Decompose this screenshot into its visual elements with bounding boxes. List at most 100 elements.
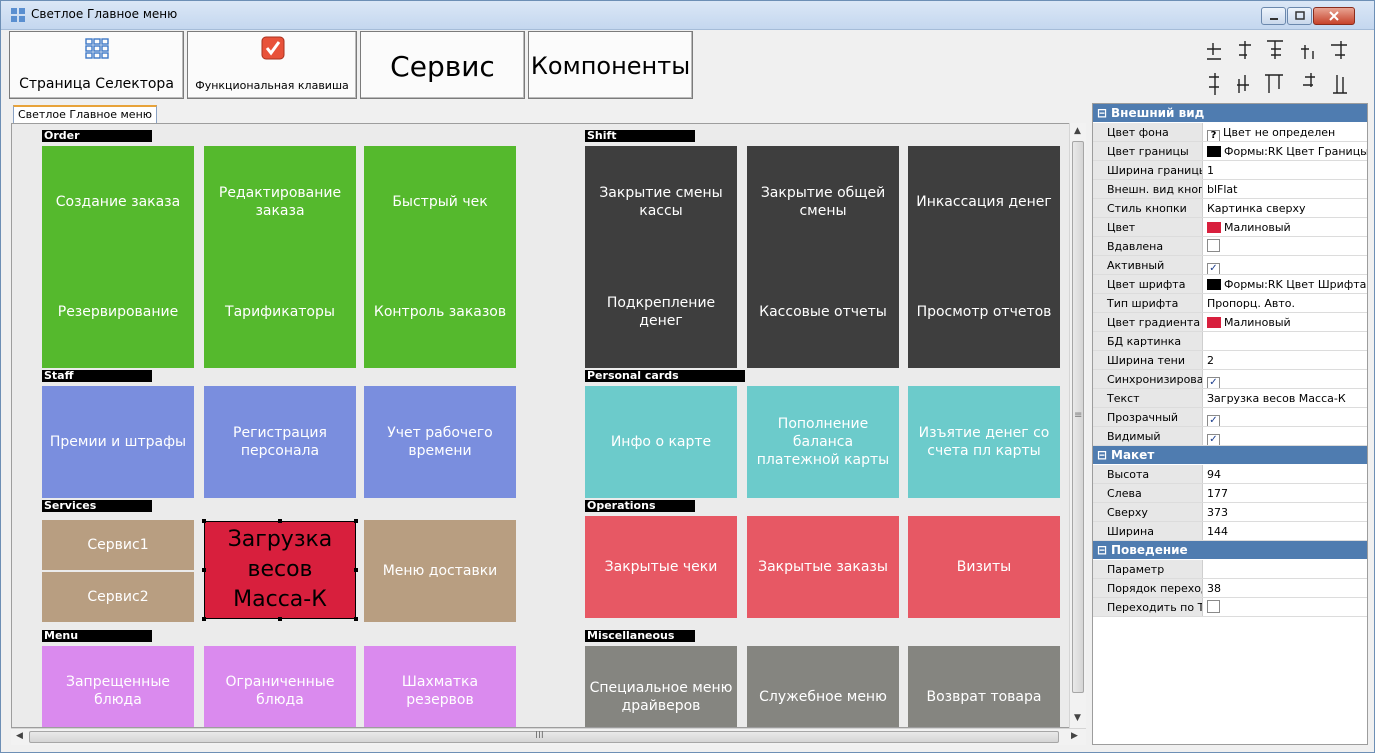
tile-scales-selected[interactable]: Загрузка весов Масса-К <box>204 521 356 619</box>
tile-service2[interactable]: Сервис2 <box>42 572 194 622</box>
prop-row[interactable]: Порядок перехода38 <box>1093 579 1367 598</box>
prop-value[interactable]: ? Цвет не определен <box>1205 123 1367 141</box>
horizontal-scroll-thumb[interactable]: III <box>29 730 1059 743</box>
prop-value[interactable]: 177 <box>1205 484 1367 502</box>
prop-value[interactable]: 94 <box>1205 465 1367 483</box>
selection-handle[interactable] <box>202 519 206 523</box>
checkbox-tabstop[interactable] <box>1207 600 1220 613</box>
prop-row[interactable]: Ширина границы 1 <box>1093 161 1367 180</box>
checkbox-pressed[interactable] <box>1207 239 1220 252</box>
category-appearance[interactable]: ⊟ Внешний вид <box>1093 104 1367 122</box>
tile-service1[interactable]: Сервис1 <box>42 520 194 570</box>
minimize-button[interactable] <box>1261 7 1286 25</box>
prop-row[interactable]: Высота 94 <box>1093 465 1367 484</box>
prop-row[interactable]: Прозрачный ✓ <box>1093 408 1367 427</box>
align-icons[interactable] <box>1201 31 1371 101</box>
prop-row[interactable]: Слева 177 <box>1093 484 1367 503</box>
prop-row[interactable]: Ширина тени 2 <box>1093 351 1367 370</box>
prop-row[interactable]: Цвет шрифта Формы:RK Цвет Шрифта <box>1093 275 1367 294</box>
prop-value[interactable] <box>1205 560 1367 578</box>
tile-close-cash-shift[interactable]: Закрытие смены кассы <box>585 146 737 258</box>
category-behavior[interactable]: ⊟ Поведение <box>1093 541 1367 559</box>
prop-row[interactable]: Ширина 144 <box>1093 522 1367 541</box>
prop-value[interactable] <box>1205 332 1367 350</box>
tile-visits[interactable]: Визиты <box>908 516 1060 618</box>
tile-card-info[interactable]: Инфо о карте <box>585 386 737 498</box>
tile-delivery-menu[interactable]: Меню доставки <box>364 520 516 622</box>
components-button[interactable]: Компоненты <box>528 31 693 99</box>
category-layout[interactable]: ⊟ Макет <box>1093 446 1367 464</box>
prop-row[interactable]: Цвет градиента Малиновый <box>1093 313 1367 332</box>
maximize-button[interactable] <box>1287 7 1312 25</box>
tile-fast-check[interactable]: Быстрый чек <box>364 146 516 258</box>
service-button[interactable]: Сервис <box>360 31 525 99</box>
selection-handle[interactable] <box>354 568 358 572</box>
collapse-icon[interactable]: ⊟ <box>1097 446 1107 464</box>
tile-close-common-shift[interactable]: Закрытие общей смены <box>747 146 899 258</box>
tile-order-control[interactable]: Контроль заказов <box>364 256 516 368</box>
prop-row[interactable]: Переходить по Tab <box>1093 598 1367 617</box>
tile-view-reports[interactable]: Просмотр отчетов <box>908 256 1060 368</box>
prop-row[interactable]: Текст Загрузка весов Масса-К <box>1093 389 1367 408</box>
prop-row[interactable]: Видимый ✓ <box>1093 427 1367 446</box>
prop-value[interactable] <box>1205 237 1367 255</box>
prop-row[interactable]: Стиль кнопки Картинка сверху <box>1093 199 1367 218</box>
tab-main-menu[interactable]: Светлое Главное меню <box>13 105 158 125</box>
prop-value[interactable]: ✓ <box>1205 256 1367 274</box>
prop-row[interactable]: Вдавлена <box>1093 237 1367 256</box>
prop-row[interactable]: Сверху 373 <box>1093 503 1367 522</box>
tile-forbidden-dishes[interactable]: Запрещенные блюда <box>42 646 194 727</box>
checkbox-sync[interactable]: ✓ <box>1207 377 1220 388</box>
collapse-icon[interactable]: ⊟ <box>1097 541 1107 559</box>
prop-row[interactable]: Цвет границы Формы:RK Цвет Границы <box>1093 142 1367 161</box>
prop-row[interactable]: Параметр <box>1093 560 1367 579</box>
tile-return-goods[interactable]: Возврат товара <box>908 646 1060 727</box>
prop-value[interactable]: Загрузка весов Масса-К <box>1205 389 1367 407</box>
selection-handle[interactable] <box>278 617 282 621</box>
horizontal-scrollbar[interactable]: ◀ III ▶ <box>11 728 1086 745</box>
tile-tariffs[interactable]: Тарификаторы <box>204 256 356 368</box>
prop-value[interactable]: Малиновый <box>1205 313 1367 331</box>
menu-design-canvas[interactable]: Order Shift Staff Personal cards Service… <box>11 123 1086 728</box>
tile-cash-reports[interactable]: Кассовые отчеты <box>747 256 899 368</box>
tile-card-withdraw[interactable]: Изъятие денег со счета пл карты <box>908 386 1060 498</box>
prop-value[interactable]: 373 <box>1205 503 1367 521</box>
tile-cash-reinforce[interactable]: Подкрепление денег <box>585 256 737 368</box>
selection-handle[interactable] <box>202 617 206 621</box>
tile-bonuses[interactable]: Премии и штрафы <box>42 386 194 498</box>
prop-value[interactable]: ✓ <box>1205 408 1367 426</box>
scroll-left-icon[interactable]: ◀ <box>16 731 23 741</box>
prop-value[interactable]: 144 <box>1205 522 1367 540</box>
prop-row[interactable]: Цвет Малиновый <box>1093 218 1367 237</box>
selection-handle[interactable] <box>202 568 206 572</box>
selection-handle[interactable] <box>354 617 358 621</box>
prop-row[interactable]: Цвет фона? Цвет не определен <box>1093 123 1367 142</box>
tile-reserve-chess[interactable]: Шахматка резервов <box>364 646 516 727</box>
tile-driver-menu[interactable]: Специальное меню драйверов <box>585 646 737 727</box>
prop-value[interactable]: 38 <box>1205 579 1367 597</box>
prop-value[interactable]: ✓ <box>1205 427 1367 445</box>
prop-row[interactable]: Активный ✓ <box>1093 256 1367 275</box>
selection-handle[interactable] <box>354 519 358 523</box>
tile-cash-collection[interactable]: Инкассация денег <box>908 146 1060 258</box>
prop-row[interactable]: Внешн. вид кнопкиblFlat <box>1093 180 1367 199</box>
prop-value[interactable]: Малиновый <box>1205 218 1367 236</box>
tile-work-time[interactable]: Учет рабочего времени <box>364 386 516 498</box>
checkbox-active[interactable]: ✓ <box>1207 263 1220 274</box>
tile-create-order[interactable]: Создание заказа <box>42 146 194 258</box>
prop-row[interactable]: Тип шрифта Пропорц. Авто. <box>1093 294 1367 313</box>
prop-value[interactable]: Пропорц. Авто. <box>1205 294 1367 312</box>
close-button[interactable] <box>1313 7 1355 25</box>
tile-service-menu[interactable]: Служебное меню <box>747 646 899 727</box>
scroll-up-icon[interactable]: ▲ <box>1074 126 1081 136</box>
prop-value[interactable]: Формы:RK Цвет Границы <box>1205 142 1367 160</box>
collapse-icon[interactable]: ⊟ <box>1097 104 1107 122</box>
selection-handle[interactable] <box>278 519 282 523</box>
vertical-scroll-thumb[interactable]: ≡ <box>1072 141 1084 693</box>
vertical-scrollbar[interactable]: ▲ ≡ ▼ <box>1069 123 1086 728</box>
prop-value[interactable] <box>1205 598 1367 616</box>
prop-row[interactable]: Синхронизировать ✓ <box>1093 370 1367 389</box>
function-key-button[interactable]: Функциональная клавиша <box>187 31 357 99</box>
tile-edit-order[interactable]: Редактирование заказа <box>204 146 356 258</box>
tile-closed-orders[interactable]: Закрытые заказы <box>747 516 899 618</box>
